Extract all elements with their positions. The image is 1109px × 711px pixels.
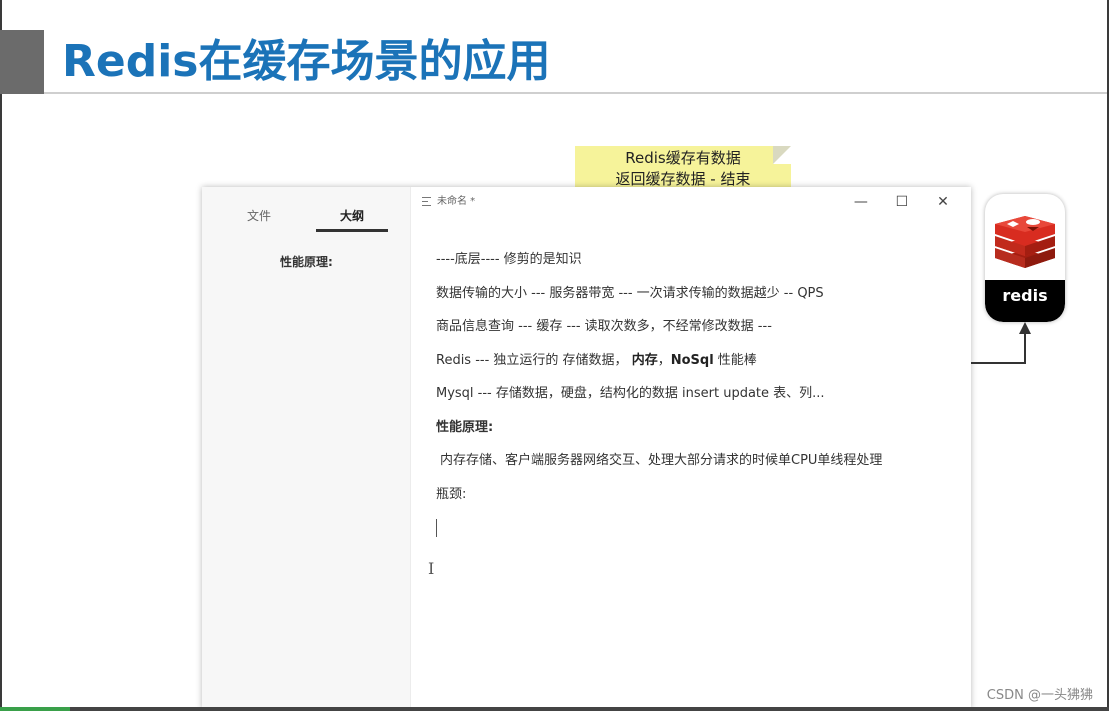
- redis-label: redis: [1002, 286, 1048, 305]
- close-button[interactable]: ✕: [925, 193, 961, 211]
- slide-bottom-bar: [0, 707, 1109, 711]
- doc-line-text: Redis --- 独立运行的 存储数据，: [436, 352, 628, 368]
- doc-line: 内存存储、客户端服务器网络交互、处理大部分请求的时候单CPU单线程处理: [440, 453, 883, 468]
- document-title: 未命名 *: [437, 196, 476, 207]
- doc-line: 数据传输的大小 --- 服务器带宽 --- 一次请求传输的数据越少 -- QPS: [436, 285, 824, 301]
- doc-line-text-end: 性能棒: [713, 352, 757, 368]
- doc-line: 瓶颈:: [436, 486, 467, 502]
- doc-line-separator: ，: [657, 352, 671, 368]
- connector-line-horizontal: [971, 362, 1026, 364]
- text-cursor-line[interactable]: [436, 517, 956, 551]
- arrow-up-icon: [1019, 322, 1031, 334]
- tab-outline[interactable]: 大纲: [340, 207, 364, 224]
- menu-icon[interactable]: [422, 196, 431, 206]
- redis-logo: redis: [985, 194, 1065, 322]
- slide-title: Redis在缓存场景的应用: [62, 36, 551, 87]
- document-body[interactable]: ----底层---- 修剪的是知识 数据传输的大小 --- 服务器带宽 --- …: [436, 249, 956, 551]
- redis-cube-icon: [995, 216, 1055, 268]
- progress-indicator: [0, 707, 70, 711]
- minimize-button[interactable]: —: [843, 193, 879, 211]
- connector-line-vertical: [1024, 332, 1026, 364]
- doc-line: Redis --- 独立运行的 存储数据， 内存，NoSql 性能棒: [436, 350, 956, 384]
- text-caret: [436, 518, 437, 537]
- outline-item[interactable]: 性能原理:: [280, 253, 333, 270]
- document-title-row: 未命名 *: [422, 192, 475, 207]
- editor-window: 文件 大纲 性能原理: 未命名 * — ☐ ✕ ----底层---- 修剪的是知…: [202, 187, 971, 709]
- sticky-note: Redis缓存有数据 返回缓存数据 - 结束: [575, 146, 791, 190]
- sticky-note-fold: [773, 146, 791, 164]
- editor-sidebar: 文件 大纲 性能原理:: [202, 187, 411, 709]
- doc-line: ----底层---- 修剪的是知识: [436, 252, 582, 267]
- sticky-note-line-1: Redis缓存有数据: [625, 149, 741, 167]
- ibeam-cursor-icon: I: [428, 559, 435, 578]
- watermark: CSDN @一头狒狒: [986, 688, 1093, 703]
- doc-line: 商品信息查询 --- 缓存 --- 读取次数多，不经常修改数据 ---: [436, 319, 772, 334]
- title-accent-block: [0, 30, 44, 94]
- doc-line-bold-nosql: NoSql: [670, 352, 714, 368]
- active-tab-indicator: [316, 229, 388, 232]
- slide-left-border: [0, 0, 2, 711]
- doc-heading: 性能原理:: [436, 419, 494, 435]
- window-controls: — ☐ ✕: [843, 191, 961, 211]
- tab-files[interactable]: 文件: [247, 207, 271, 224]
- doc-line: Mysql --- 存储数据，硬盘，结构化的数据 insert update 表…: [436, 386, 825, 401]
- maximize-button[interactable]: ☐: [884, 193, 920, 211]
- doc-line-bold-memory: 内存: [631, 352, 658, 368]
